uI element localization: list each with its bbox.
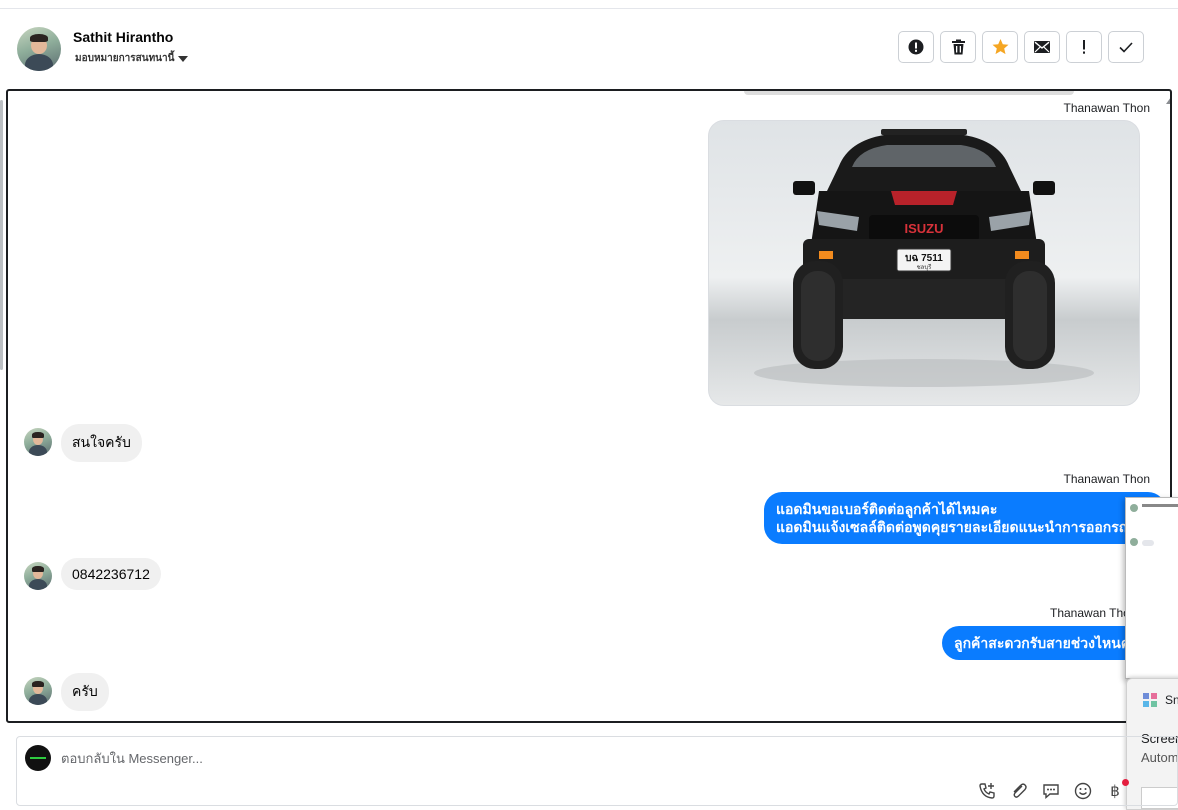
contact-avatar-small[interactable] (24, 428, 52, 456)
emoji-icon[interactable] (1073, 781, 1093, 801)
header-toolbar (898, 31, 1144, 63)
notification-app-name: Sn (1165, 693, 1178, 707)
snipping-tool-icon (1143, 693, 1157, 707)
incoming-message-bubble[interactable]: 0842236712 (61, 558, 161, 590)
message-thread[interactable]: Thanawan Thon ISUZU บฉ 7511 ชลบุรี สนใจค… (6, 89, 1172, 723)
follow-up-button[interactable] (1066, 31, 1102, 63)
license-plate-number: บฉ 7511 (905, 253, 943, 264)
envelope-icon (1034, 41, 1050, 53)
check-icon (1119, 41, 1133, 53)
phone-plus-icon[interactable] (977, 781, 997, 801)
contact-name[interactable]: Sathit Hirantho (73, 29, 173, 45)
star-icon (992, 39, 1008, 55)
done-button[interactable] (1108, 31, 1144, 63)
spam-button[interactable] (898, 31, 934, 63)
assign-label: มอบหมายการสนทนานี้ (75, 53, 175, 64)
pickup-truck-image: ISUZU บฉ 7511 ชลบุรี (754, 129, 1094, 387)
chat-bubble-icon[interactable] (1041, 781, 1061, 801)
mark-unread-button[interactable] (1024, 31, 1060, 63)
star-button[interactable] (982, 31, 1018, 63)
delete-button[interactable] (940, 31, 976, 63)
outgoing-message-bubble[interactable]: แอดมินขอเบอร์ติดต่อลูกค้าได้ไหมคะ แอดมิน… (764, 492, 1166, 544)
reply-input[interactable] (61, 751, 961, 766)
page-logo-icon (25, 745, 51, 771)
message-line: แอดมินแจ้งเซลล์ติดต่อพูดคุยรายละเอียดแนะ… (776, 519, 1145, 535)
conversation-header: Sathit Hirantho มอบหมายการสนทนานี้ (0, 9, 1178, 89)
reply-composer: ฿ (16, 736, 1178, 806)
brand-text: ISUZU (905, 221, 944, 236)
license-plate-province: ชลบุรี (917, 263, 933, 271)
previous-message-edge (744, 91, 1074, 95)
assign-conversation-dropdown[interactable]: มอบหมายการสนทนานี้ (75, 51, 189, 66)
incoming-message-bubble[interactable]: สนใจครับ (61, 424, 142, 462)
preview-avatar (1130, 504, 1138, 512)
preview-avatar (1130, 538, 1138, 546)
sender-name: Thanawan Thon (1063, 101, 1150, 115)
scroll-up-arrow-icon[interactable] (1166, 97, 1170, 104)
baht-icon[interactable]: ฿ (1105, 779, 1129, 801)
contact-avatar-small[interactable] (24, 562, 52, 590)
paperclip-icon[interactable] (1009, 781, 1029, 801)
left-scrollbar[interactable] (0, 100, 3, 370)
trash-icon (951, 39, 965, 55)
exclamation-icon (1083, 40, 1085, 54)
sender-name: Thanawan Thon (1063, 472, 1150, 486)
isuzu-pickup-photo[interactable]: ISUZU บฉ 7511 ชลบุรี (708, 120, 1140, 406)
composer-toolbar: ฿ (977, 779, 1129, 801)
message-line: ลูกค้าสะดวกรับสายช่วงไหนคะ (954, 635, 1138, 651)
incoming-message-bubble[interactable]: ครับ (61, 673, 109, 711)
caret-down-icon (178, 55, 189, 62)
notification-dot (1122, 779, 1129, 786)
sender-name: Thanawan Thon (1050, 606, 1137, 620)
contact-avatar[interactable] (17, 27, 61, 71)
preview-text (1142, 504, 1178, 507)
contact-avatar-small[interactable] (24, 677, 52, 705)
alert-circle-icon (908, 39, 924, 55)
message-line: แอดมินขอเบอร์ติดต่อลูกค้าได้ไหมคะ (776, 501, 998, 517)
preview-bubble (1142, 540, 1154, 546)
floating-preview-window[interactable] (1125, 497, 1178, 679)
